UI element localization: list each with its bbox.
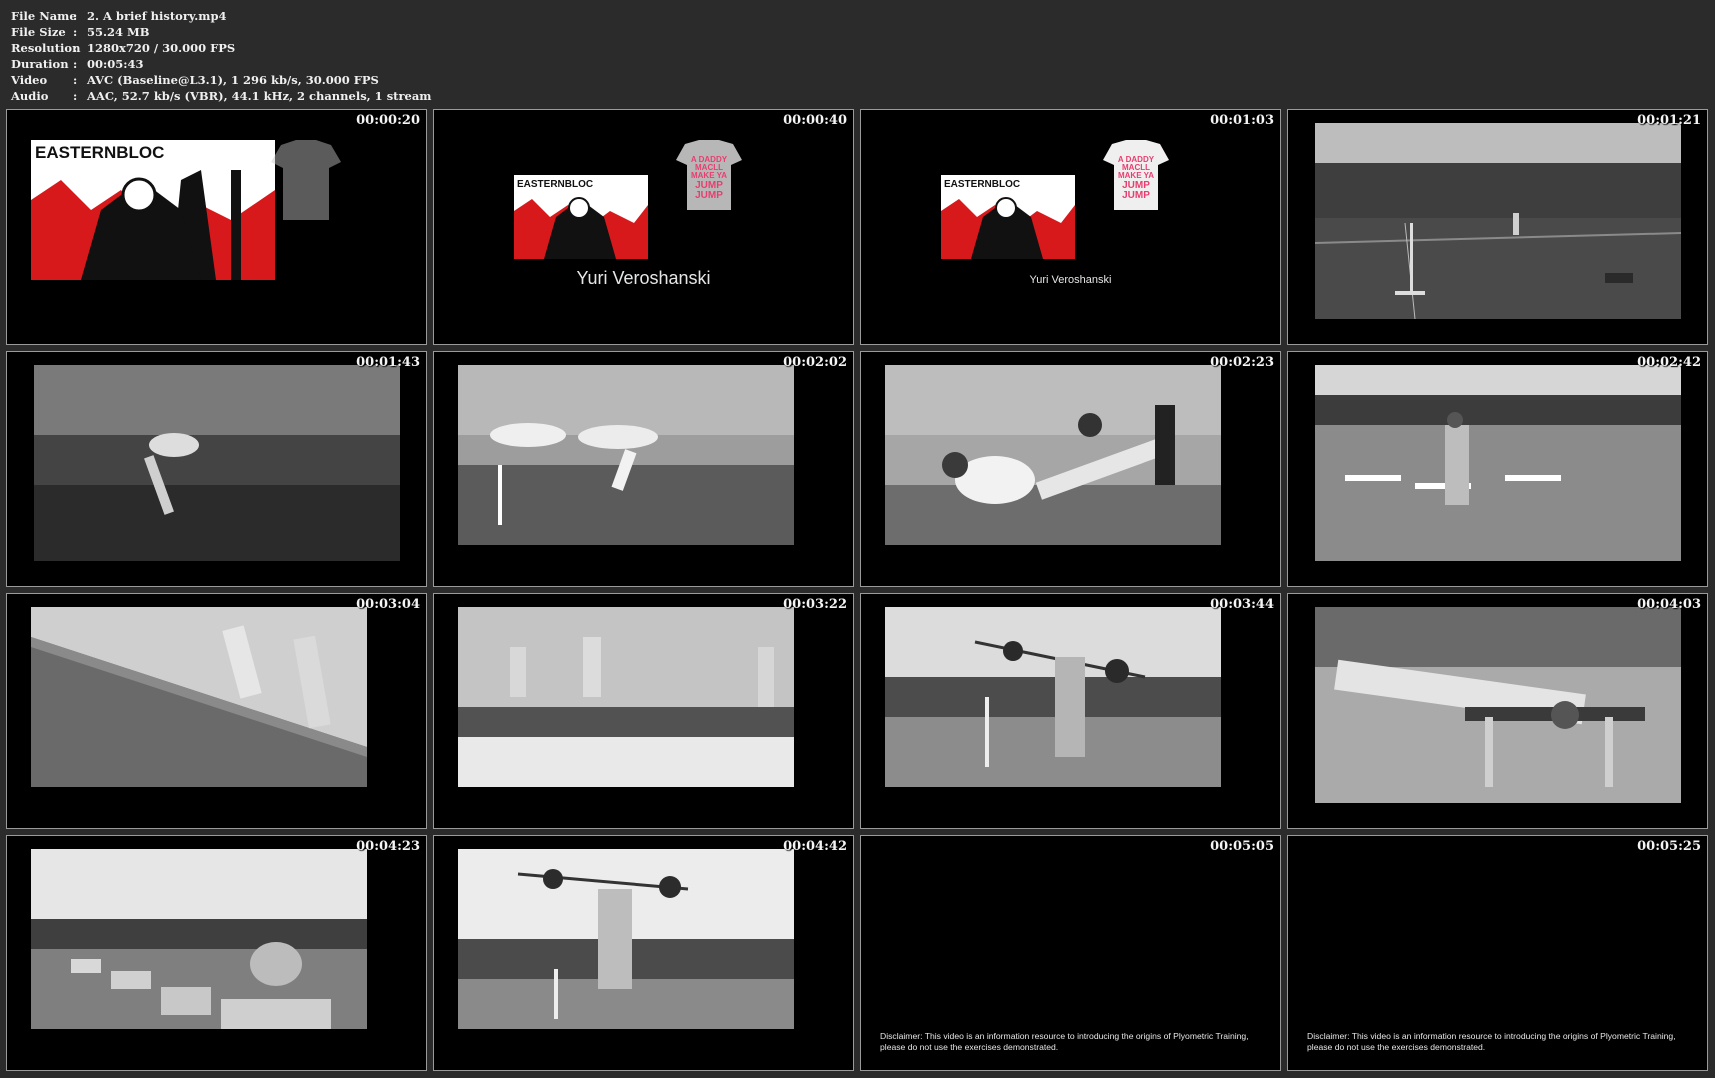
info-value: 55.24 MB [87, 25, 150, 39]
thumbnail-timestamp: 00:00:40 [783, 113, 847, 128]
thumbnail-timestamp: 00:02:42 [1637, 355, 1701, 370]
info-label: Audio [11, 89, 49, 103]
video-frame-hurdle-banner [34, 365, 400, 561]
thumbnail[interactable]: 00:00:20 EASTERNBLOC [6, 109, 427, 345]
video-frame-sprinters [458, 607, 794, 787]
tshirt-image: A DADDY MACLL MAKE YA JUMP JUMP [1103, 140, 1169, 210]
video-frame-hurdles-jump [1315, 365, 1681, 561]
thumbnail[interactable]: 00:00:40 EASTERNBLOC A DADDY MACLL MAKE … [433, 109, 854, 345]
video-frame-box-jump [31, 849, 367, 1029]
video-frame-leg-press [885, 365, 1221, 545]
info-row-resolution: Resolution : 1280x720 / 30.000 FPS [11, 40, 431, 56]
media-info-panel: File Name : 2. A brief history.mp4 File … [11, 8, 431, 104]
thumbnail[interactable]: 00:05:05 Disclaimer: This video is an in… [860, 835, 1281, 1071]
thumbnail-timestamp: 00:03:22 [783, 597, 847, 612]
video-frame-barbell-squat [458, 849, 794, 1029]
thumbnail[interactable]: 00:05:25 Disclaimer: This video is an in… [1287, 835, 1708, 1071]
video-frame-barbell-field [885, 607, 1221, 787]
info-row-audio: Audio : AAC, 52.7 kb/s (VBR), 44.1 kHz, … [11, 88, 431, 104]
logo-brand-text: EASTERNBLOC [944, 179, 1020, 190]
tshirt-text-line: MAKE YA [691, 171, 727, 180]
thumbnail[interactable]: 00:03:44 [860, 593, 1281, 829]
info-value: 1280x720 / 30.000 FPS [87, 41, 236, 55]
logo-artwork: EASTERNBLOC [514, 175, 648, 259]
thumbnail-timestamp: 00:03:44 [1210, 597, 1274, 612]
info-row-duration: Duration : 00:05:43 [11, 56, 431, 72]
info-separator: : [73, 89, 78, 103]
info-label: File Name [11, 9, 77, 23]
thumbnail-timestamp: 00:00:20 [356, 113, 420, 128]
info-separator: : [73, 73, 78, 87]
info-separator: : [73, 57, 78, 71]
info-value: 00:05:43 [87, 57, 144, 71]
credit-name: Yuri Veroshanski [1029, 274, 1112, 286]
credit-name: Yuri Veroshanski [576, 268, 711, 288]
thumbnail[interactable]: 00:02:42 [1287, 351, 1708, 587]
info-separator: : [73, 25, 78, 39]
video-frame-bench-machine [1315, 607, 1681, 803]
thumbnail-timestamp: 00:02:02 [783, 355, 847, 370]
thumbnail-timestamp: 00:01:21 [1637, 113, 1701, 128]
tshirt-text-line: JUMP [695, 190, 723, 201]
disclaimer-text: Disclaimer: This video is an information… [1307, 1031, 1676, 1052]
info-value: AAC, 52.7 kb/s (VBR), 44.1 kHz, 2 channe… [87, 89, 432, 103]
logo-artwork: EASTERNBLOC [31, 140, 275, 280]
info-value: 2. A brief history.mp4 [87, 9, 227, 23]
video-frame-stadium-runner [458, 365, 794, 545]
thumbnail-timestamp: 00:04:03 [1637, 597, 1701, 612]
tshirt-image [271, 140, 341, 220]
thumbnail-timestamp: 00:04:23 [356, 839, 420, 854]
thumbnail[interactable]: 00:03:22 [433, 593, 854, 829]
logo-artwork: EASTERNBLOC [941, 175, 1075, 259]
logo-brand-text: EASTERNBLOC [517, 179, 593, 190]
thumbnail[interactable]: 00:04:42 [433, 835, 854, 1071]
info-label: Duration [11, 57, 69, 71]
thumbnail-timestamp: 00:05:05 [1210, 839, 1274, 854]
thumbnail[interactable]: 00:02:23 [860, 351, 1281, 587]
thumbnail[interactable]: 00:04:03 [1287, 593, 1708, 829]
info-row-file-size: File Size : 55.24 MB [11, 24, 431, 40]
info-label: File Size [11, 25, 66, 39]
logo-brand-text: EASTERNBLOC [35, 143, 164, 162]
thumbnail[interactable]: 00:01:43 [6, 351, 427, 587]
thumbnail-timestamp: 00:02:23 [1210, 355, 1274, 370]
thumbnail[interactable]: 00:04:23 [6, 835, 427, 1071]
tshirt-text-line: JUMP [1122, 190, 1150, 201]
video-frame-slope-run [31, 607, 367, 787]
info-row-file-name: File Name : 2. A brief history.mp4 [11, 8, 431, 24]
thumbnail-timestamp: 00:01:03 [1210, 113, 1274, 128]
disclaimer-text: Disclaimer: This video is an information… [880, 1031, 1249, 1052]
thumbnail-timestamp: 00:03:04 [356, 597, 420, 612]
thumbnail[interactable]: 00:01:21 [1287, 109, 1708, 345]
info-label: Resolution [11, 41, 81, 55]
tshirt-image: A DADDY MACLL MAKE YA JUMP JUMP [676, 140, 742, 210]
tshirt-text-line: MAKE YA [1118, 171, 1154, 180]
thumbnail[interactable]: 00:03:04 [6, 593, 427, 829]
info-separator: : [73, 9, 78, 23]
info-row-video: Video : AVC (Baseline@L3.1), 1 296 kb/s,… [11, 72, 431, 88]
thumbnail[interactable]: 00:02:02 [433, 351, 854, 587]
info-value: AVC (Baseline@L3.1), 1 296 kb/s, 30.000 … [87, 73, 379, 87]
info-separator: : [73, 41, 78, 55]
thumbnail[interactable]: 00:01:03 EASTERNBLOC A DADDY MACLL MAKE … [860, 109, 1281, 345]
thumbnail-timestamp: 00:05:25 [1637, 839, 1701, 854]
thumbnail-timestamp: 00:01:43 [356, 355, 420, 370]
info-label: Video [11, 73, 48, 87]
video-frame-track-field [1315, 123, 1681, 319]
thumbnail-grid: 00:00:20 EASTERNBLOC 00:00:40 EASTERNBLO… [6, 109, 1708, 1071]
thumbnail-timestamp: 00:04:42 [783, 839, 847, 854]
